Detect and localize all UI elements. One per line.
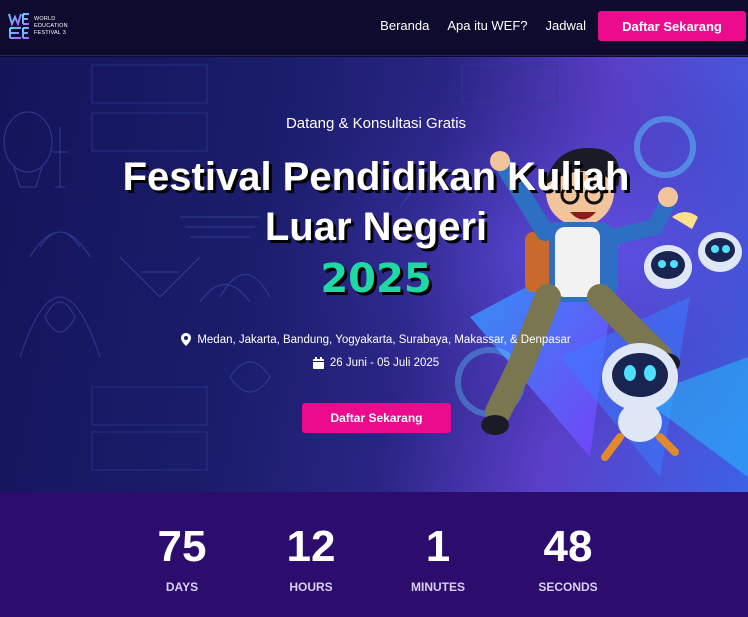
countdown-hours-label: HOURS (289, 580, 333, 594)
countdown-hours-value: 12 (286, 522, 336, 571)
hero-dates-text: 26 Juni - 05 Juli 2025 (329, 357, 440, 369)
nav-link-apa-itu-wef[interactable]: Apa itu WEF? (447, 18, 527, 33)
nav-register-button[interactable]: Daftar Sekarang (598, 11, 746, 41)
countdown-minutes-value: 1 (425, 522, 451, 571)
countdown-section: 75 DAYS 12 HOURS 1 MINUTES 48 SECONDS (0, 492, 748, 617)
countdown-days: 75 DAYS (127, 522, 237, 594)
hero-year: 2025 (320, 256, 432, 302)
hero-section: Datang & Konsultasi Gratis Festival Pend… (0, 57, 748, 492)
countdown-seconds-label: SECONDS (538, 580, 598, 594)
hero-title-line-2: Luar Negeri (264, 205, 488, 249)
calendar-icon (312, 357, 324, 369)
map-pin-icon (181, 333, 192, 346)
hero-locations: Medan, Jakarta, Bandung, Yogyakarta, Sur… (0, 333, 748, 346)
hero-register-button[interactable]: Daftar Sekarang (302, 403, 451, 433)
countdown-seconds: 48 SECONDS (513, 522, 623, 594)
hero-title: Festival Pendidikan Kuliah Luar Negeri (0, 152, 748, 252)
logo-text: WORLD EDUCATION FESTIVAL 3 (34, 16, 68, 37)
logo[interactable]: WORLD EDUCATION FESTIVAL 3 (8, 12, 68, 40)
logo-line: EDUCATION (34, 22, 68, 29)
hero-tagline: Datang & Konsultasi Gratis (285, 115, 467, 132)
logo-line: FESTIVAL 3 (34, 29, 66, 36)
countdown-days-value: 75 (157, 522, 207, 571)
countdown-days-label: DAYS (165, 580, 199, 594)
countdown-seconds-value: 48 (543, 522, 593, 571)
page: WORLD EDUCATION FESTIVAL 3 Beranda Apa i… (0, 0, 748, 617)
logo-mark-icon (8, 13, 29, 39)
hero-locations-text: Medan, Jakarta, Bandung, Yogyakarta, Sur… (197, 333, 571, 346)
nav-links: Beranda Apa itu WEF? Jadwal (380, 18, 586, 33)
nav-link-beranda[interactable]: Beranda (380, 18, 429, 33)
hero-title-line-1: Festival Pendidikan Kuliah (122, 155, 630, 199)
countdown-minutes: 1 MINUTES (383, 522, 493, 594)
logo-line: WORLD (34, 15, 56, 22)
countdown-minutes-label: MINUTES (411, 580, 465, 594)
hero-content: Datang & Konsultasi Gratis Festival Pend… (0, 57, 748, 492)
navbar: WORLD EDUCATION FESTIVAL 3 Beranda Apa i… (0, 0, 748, 56)
countdown-hours: 12 HOURS (256, 522, 366, 594)
hero-dates: 26 Juni - 05 Juli 2025 (0, 357, 748, 369)
nav-link-jadwal[interactable]: Jadwal (546, 18, 586, 33)
